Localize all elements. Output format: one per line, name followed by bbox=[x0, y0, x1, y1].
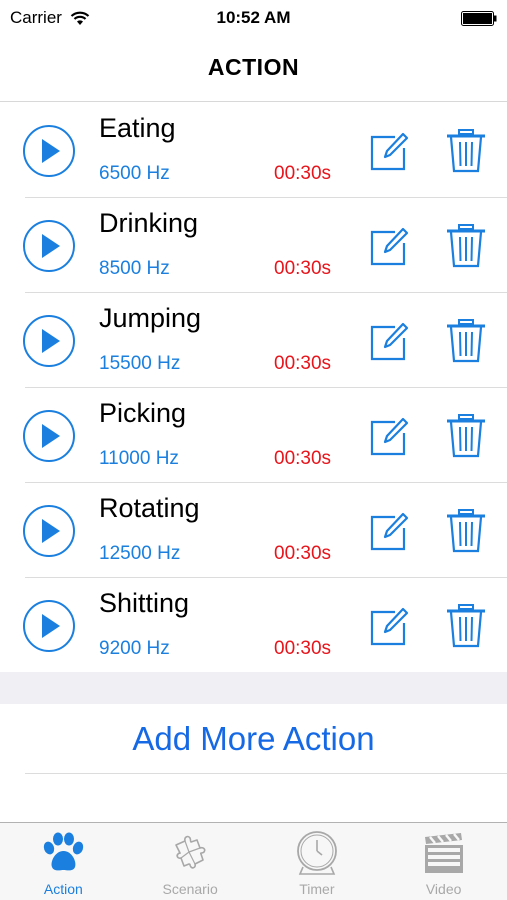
play-icon[interactable] bbox=[22, 314, 76, 368]
action-duration: 00:30s bbox=[274, 163, 332, 184]
tab-bar: Action Scenario Timer Video bbox=[0, 822, 507, 900]
clapperboard-icon bbox=[424, 833, 463, 873]
add-action-section: Add More Action bbox=[0, 704, 507, 822]
trash-icon[interactable] bbox=[445, 129, 487, 173]
battery-icon bbox=[461, 11, 497, 26]
status-time: 10:52 AM bbox=[216, 8, 291, 27]
status-bar: Carrier 10:52 AM bbox=[0, 0, 507, 38]
action-name: Shitting bbox=[99, 588, 190, 618]
tab-label: Action bbox=[43, 881, 83, 897]
action-row-rotating: Rotating 12500 Hz 00:30s bbox=[0, 483, 507, 578]
action-duration: 00:30s bbox=[274, 543, 332, 564]
action-row-eating: Eating 6500 Hz 00:30s bbox=[0, 103, 507, 198]
tab-video[interactable]: Video bbox=[380, 823, 507, 900]
tab-action[interactable]: Action bbox=[0, 823, 127, 900]
action-name: Drinking bbox=[99, 208, 199, 238]
play-icon[interactable] bbox=[22, 409, 76, 463]
action-frequency: 12500 Hz bbox=[99, 543, 181, 564]
action-name: Jumping bbox=[99, 303, 202, 333]
action-duration: 00:30s bbox=[274, 638, 332, 659]
tab-label: Scenario bbox=[162, 881, 218, 897]
edit-icon[interactable] bbox=[369, 415, 411, 457]
action-name: Eating bbox=[99, 113, 176, 143]
trash-icon[interactable] bbox=[445, 224, 487, 268]
paw-icon bbox=[44, 832, 84, 871]
action-name: Picking bbox=[99, 398, 187, 428]
tab-scenario[interactable]: Scenario bbox=[127, 823, 254, 900]
action-row-shitting: Shitting 9200 Hz 00:30s bbox=[0, 578, 507, 673]
trash-icon[interactable] bbox=[445, 414, 487, 458]
tab-label: Video bbox=[425, 881, 462, 897]
puzzle-icon bbox=[175, 835, 206, 869]
action-duration: 00:30s bbox=[274, 448, 332, 469]
trash-icon[interactable] bbox=[445, 319, 487, 363]
tab-timer[interactable]: Timer bbox=[254, 823, 381, 900]
edit-icon[interactable] bbox=[369, 130, 411, 172]
action-row-drinking: Drinking 8500 Hz 00:30s bbox=[0, 198, 507, 293]
action-duration: 00:30s bbox=[274, 353, 332, 374]
action-frequency: 6500 Hz bbox=[99, 163, 170, 184]
add-more-action-button[interactable]: Add More Action bbox=[0, 720, 507, 758]
page-title: ACTION bbox=[207, 54, 300, 80]
section-gap bbox=[0, 672, 507, 704]
clock-icon bbox=[296, 831, 337, 875]
action-name: Rotating bbox=[99, 493, 200, 523]
action-frequency: 11000 Hz bbox=[99, 448, 179, 469]
trash-icon[interactable] bbox=[445, 509, 487, 553]
add-divider bbox=[25, 773, 507, 774]
edit-icon[interactable] bbox=[369, 605, 411, 647]
play-icon[interactable] bbox=[22, 504, 76, 558]
action-frequency: 8500 Hz bbox=[99, 258, 170, 279]
action-frequency: 9200 Hz bbox=[99, 638, 170, 659]
tab-label: Timer bbox=[299, 881, 335, 897]
edit-icon[interactable] bbox=[369, 510, 411, 552]
action-duration: 00:30s bbox=[274, 258, 332, 279]
play-icon[interactable] bbox=[22, 219, 76, 273]
action-frequency: 15500 Hz bbox=[99, 353, 181, 374]
edit-icon[interactable] bbox=[369, 225, 411, 267]
action-row-picking: Picking 11000 Hz 00:30s bbox=[0, 388, 507, 483]
action-row-jumping: Jumping 15500 Hz 00:30s bbox=[0, 293, 507, 388]
edit-icon[interactable] bbox=[369, 320, 411, 362]
play-icon[interactable] bbox=[22, 124, 76, 178]
navigation-bar: ACTION bbox=[0, 38, 507, 102]
trash-icon[interactable] bbox=[445, 604, 487, 648]
play-icon[interactable] bbox=[22, 599, 76, 653]
action-list: Eating 6500 Hz 00:30s Drinking 8500 Hz 0… bbox=[0, 103, 507, 672]
